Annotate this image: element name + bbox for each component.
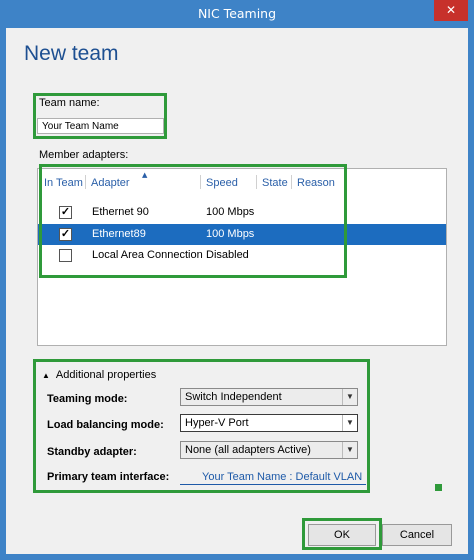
- page-title: New team: [24, 42, 119, 65]
- close-button[interactable]: ✕: [434, 0, 468, 21]
- member-adapters-label: Member adapters:: [39, 149, 129, 161]
- title-bar: NIC Teaming ✕: [0, 0, 474, 28]
- cancel-button[interactable]: Cancel: [382, 524, 452, 546]
- highlight-box-team-name: [33, 93, 167, 139]
- window-title: NIC Teaming: [197, 6, 277, 21]
- status-indicator: [435, 484, 442, 491]
- highlight-box-properties: [33, 359, 370, 493]
- dialog-client: New team Team name: Your Team Name Membe…: [6, 28, 468, 554]
- highlight-box-adapters: [39, 164, 347, 278]
- highlight-box-ok: [302, 518, 382, 550]
